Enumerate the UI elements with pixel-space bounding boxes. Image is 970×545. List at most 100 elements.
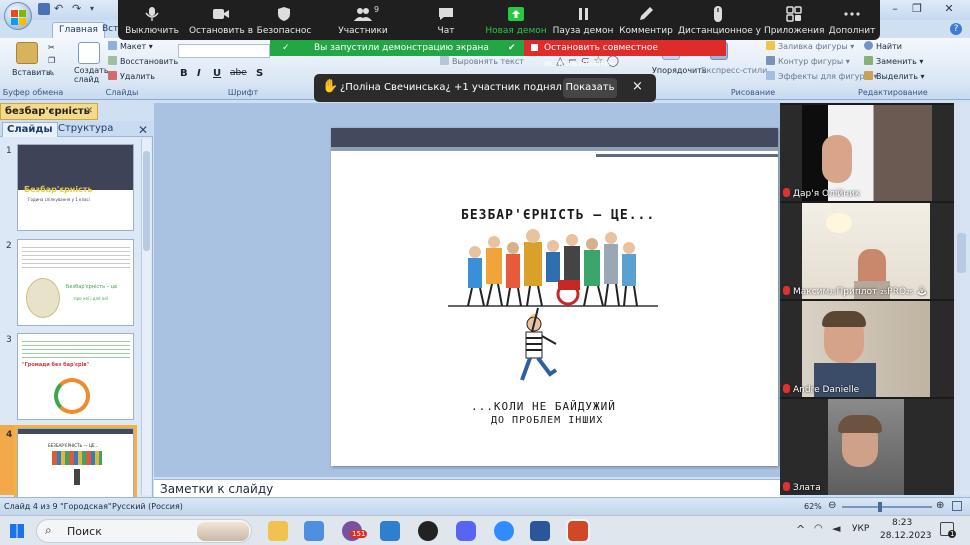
thumb-subtitle: про неї і для неї	[74, 296, 108, 301]
underline-button[interactable]: U	[213, 68, 221, 79]
mail-icon[interactable]	[380, 521, 400, 541]
share-status-bar: ✓ Вы запустили демонстрацию экрана ✔ Ост…	[270, 40, 726, 69]
more-icon	[844, 12, 860, 16]
slide-header-stripe	[331, 147, 778, 151]
office-button[interactable]	[4, 2, 32, 30]
search-icon: ⌕	[45, 523, 52, 537]
zoom-slider-thumb[interactable]	[878, 502, 882, 512]
slide-thumbnail-4[interactable]: БЕЗБАР'ЄРНІСТЬ — ЦЕ...	[14, 425, 137, 501]
undo-icon[interactable]: ↶	[54, 3, 66, 15]
fit-window-icon[interactable]	[952, 501, 962, 511]
muted-mic-icon	[783, 482, 790, 491]
slide-number: 3	[6, 335, 12, 345]
close-icon[interactable]: ×	[632, 79, 643, 94]
video-tile[interactable]: Максим₂₅Приплот ₂₅PRO₂₅ 🕹	[780, 203, 954, 299]
store-icon[interactable]	[304, 521, 324, 541]
slide-thumbnail-2[interactable]: Безбар'єрність – це про неї і для неї	[17, 239, 134, 326]
stop-share-button[interactable]: Остановить совместное использование	[524, 40, 726, 69]
new-slide-icon[interactable]	[78, 42, 100, 64]
close-window-button[interactable]: ✕	[940, 2, 958, 16]
reset-button[interactable]: Восстановить	[108, 56, 178, 66]
clock-date[interactable]: 28.12.2023	[880, 531, 932, 541]
pause-icon	[579, 8, 588, 20]
format-painter-icon[interactable]: ✎	[48, 69, 55, 78]
keyboard-language[interactable]: УКР	[852, 524, 869, 534]
slide-canvas[interactable]: БЕЗБАР'ЄРНІСТЬ — ЦЕ... ...КОЛИ НЕ БАЙДУЖ…	[331, 128, 778, 466]
replace-button[interactable]: Заменить ▾	[864, 56, 923, 66]
qat-menu-icon[interactable]: ▾	[90, 3, 102, 15]
strikethrough-button[interactable]: abe	[230, 68, 247, 78]
video-tile[interactable]: Злата	[780, 399, 954, 495]
align-text-button[interactable]: Выровнять текст	[440, 56, 524, 66]
volume-icon[interactable]: ◄	[832, 522, 840, 535]
panel-close-icon[interactable]: ✕	[138, 123, 148, 137]
save-icon[interactable]	[38, 3, 50, 15]
stop-square-icon	[531, 44, 538, 51]
slide-thumbnail-3[interactable]: "Громади без бар'єрів"	[17, 333, 134, 420]
close-tab-icon[interactable]: ✕	[85, 106, 93, 116]
tab-slides[interactable]: Слайды	[2, 122, 58, 137]
show-participants-button[interactable]: Показать	[563, 78, 617, 98]
new-share-button[interactable]: Новая демон	[484, 0, 548, 40]
video-tile[interactable]: Andre Danielle	[780, 301, 954, 397]
help-icon[interactable]: ?	[950, 23, 962, 35]
powerpoint-icon[interactable]	[566, 519, 590, 543]
panel-scrollbar[interactable]	[141, 139, 151, 495]
document-tab[interactable]: безбар'єрність ✕	[0, 103, 98, 120]
find-button[interactable]: Найти	[864, 41, 902, 51]
apps-button[interactable]: Приложения	[764, 0, 824, 40]
sharing-notice: ✓ Вы запустили демонстрацию экрана ✔	[270, 40, 524, 56]
thumb-title: "Громади без бар'єрів"	[22, 362, 90, 368]
copy-icon[interactable]: ❐	[48, 56, 55, 65]
mute-button[interactable]: Выключить	[118, 0, 186, 40]
redo-icon[interactable]: ↷	[72, 3, 84, 15]
discord-icon[interactable]	[456, 521, 476, 541]
annotate-button[interactable]: Комментир	[616, 0, 676, 40]
right-scrollbar[interactable]	[954, 103, 970, 495]
restore-button[interactable]: ❐	[908, 2, 926, 16]
slide-notes-field[interactable]: Заметки к слайду	[154, 479, 780, 497]
chat-button[interactable]: Чат	[418, 0, 474, 40]
tray-chevron-icon[interactable]: ^	[796, 523, 805, 536]
zoom-level[interactable]: 62%	[804, 502, 822, 511]
stop-video-button[interactable]: Остановить в	[188, 0, 254, 40]
delete-slide-button[interactable]: Удалить	[108, 71, 155, 81]
network-icon[interactable]: ◠	[814, 523, 823, 534]
zoom-app-icon[interactable]	[494, 521, 514, 541]
paste-icon[interactable]	[16, 42, 38, 64]
media-app-icon[interactable]	[418, 521, 438, 541]
font-name-field[interactable]	[178, 44, 270, 58]
language-status[interactable]: Русский (Россия)	[112, 502, 183, 511]
remote-control-button[interactable]: Дистанционное у	[678, 0, 761, 40]
participants-button[interactable]: 9 Участники	[332, 0, 394, 40]
windows-start-icon[interactable]	[10, 524, 24, 538]
shadow-button[interactable]: S	[256, 68, 263, 79]
more-button[interactable]: Дополнит	[826, 0, 878, 40]
minimize-button[interactable]: –	[886, 2, 904, 16]
file-explorer-icon[interactable]	[268, 521, 288, 541]
zoom-in-icon[interactable]: ⊕	[936, 500, 944, 511]
word-icon[interactable]	[530, 521, 550, 541]
shape-fill-button[interactable]: Заливка фигуры ▾	[766, 41, 854, 51]
muted-mic-icon	[783, 286, 790, 295]
italic-button[interactable]: I	[197, 68, 201, 79]
cut-icon[interactable]: ✂	[48, 43, 55, 52]
shape-outline-button[interactable]: Контур фигуры ▾	[766, 56, 850, 66]
security-button[interactable]: Безопаснос	[256, 0, 312, 40]
zoom-slider[interactable]	[842, 506, 932, 508]
layout-button[interactable]: Макет ▾	[108, 41, 153, 51]
pause-share-button[interactable]: Пауза демон	[552, 0, 614, 40]
bold-button[interactable]: B	[180, 68, 188, 79]
slide-thumbnail-1[interactable]: Безбар'єрність Година спілкування у 1 кл…	[17, 144, 134, 231]
shape-effects-button[interactable]: Эффекты для фигуры ▾	[766, 71, 877, 81]
video-tile[interactable]: Дар'я Олійник	[780, 105, 954, 201]
search-box[interactable]: ⌕ Поиск	[36, 519, 252, 543]
tab-outline[interactable]: Структура	[54, 122, 117, 137]
share-screen-icon	[508, 7, 524, 21]
select-button[interactable]: Выделить ▾	[864, 71, 925, 81]
zoom-out-icon[interactable]: ⊖	[828, 500, 836, 511]
video-gallery: Дар'я Олійник Максим₂₅Приплот ₂₅PRO₂₅ 🕹 …	[780, 103, 954, 495]
crowd-illustration	[448, 229, 658, 381]
clock-time[interactable]: 8:23	[892, 518, 912, 528]
paste-button[interactable]: Вставить	[12, 68, 51, 77]
